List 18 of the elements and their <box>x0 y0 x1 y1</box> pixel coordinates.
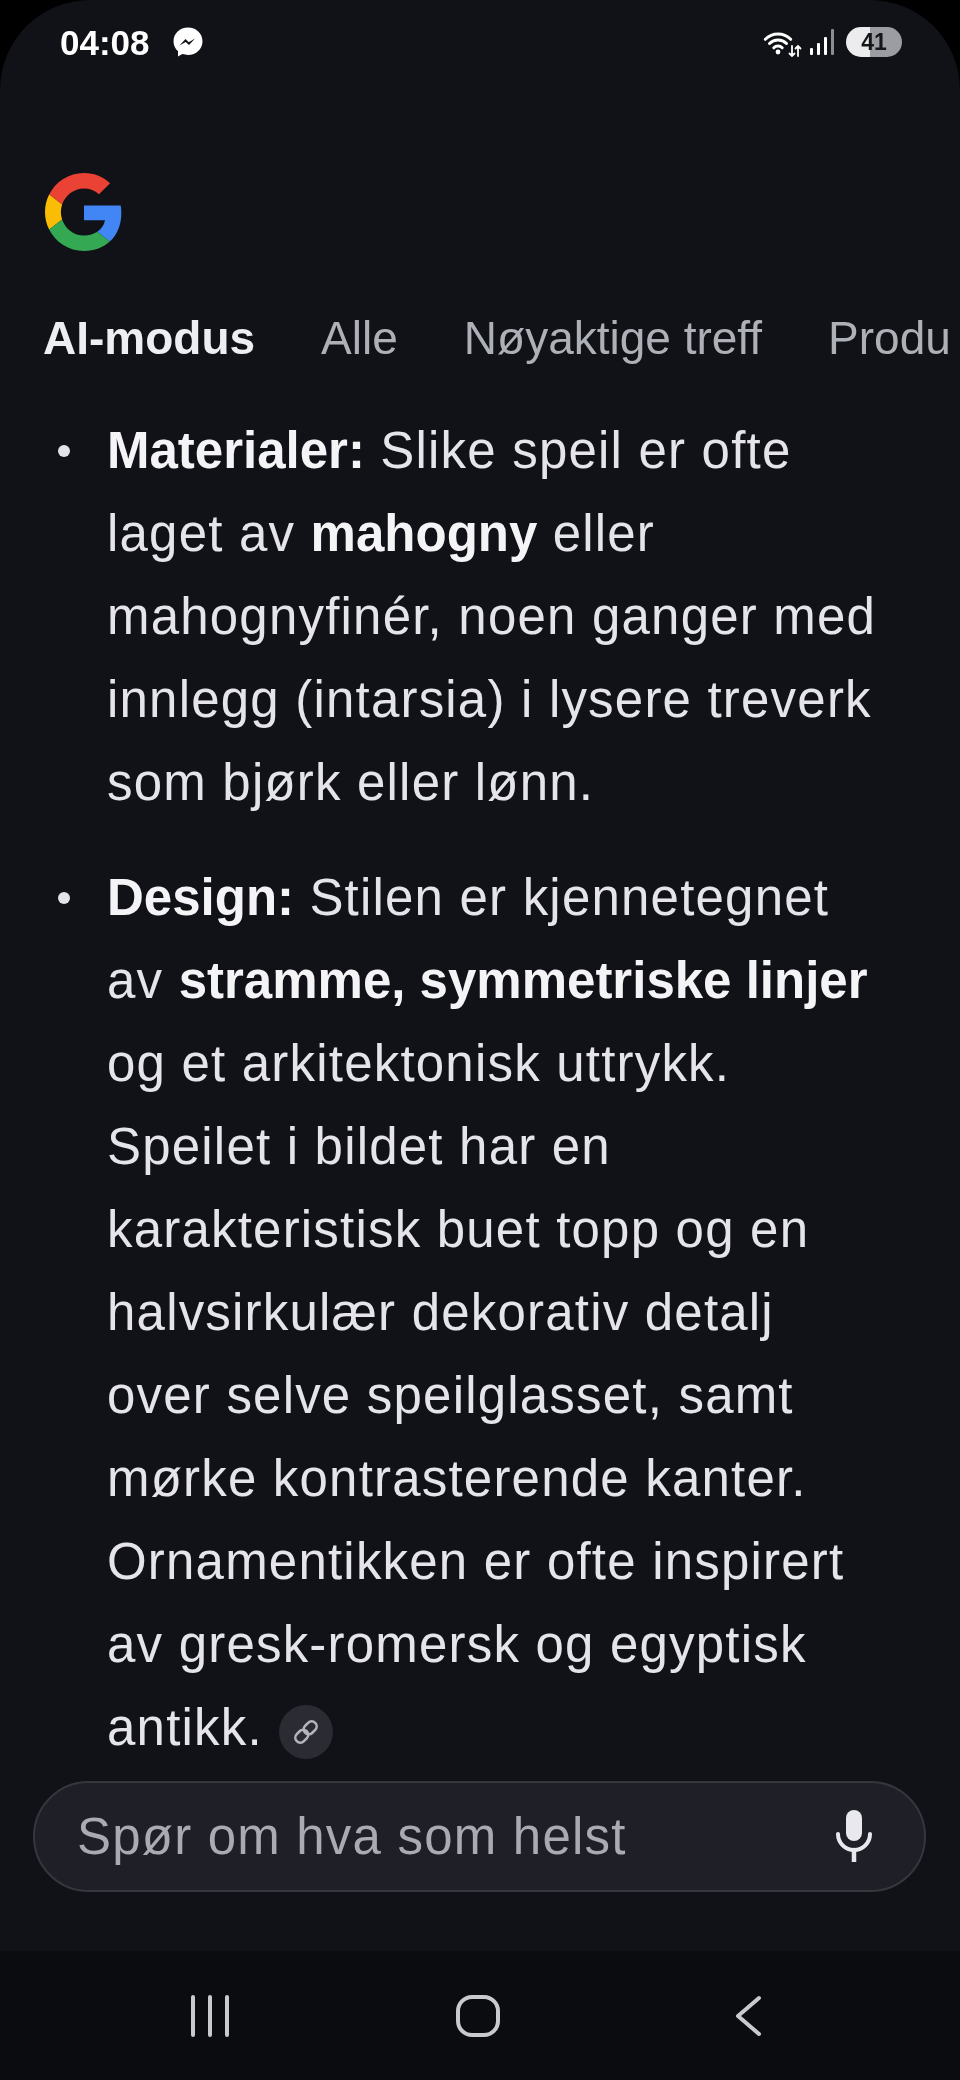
microphone-icon[interactable] <box>834 1810 874 1862</box>
recent-apps-icon[interactable] <box>190 1994 230 2037</box>
chat-bubble-icon <box>171 26 204 58</box>
search-field[interactable]: Spør om hva som helst <box>33 1781 926 1892</box>
link-icon[interactable] <box>278 1704 333 1759</box>
answer-text: Materialer: Slike speil er ofte laget av mahogny eller mahognyfinér, noen ganger med innlegg (intarsia) i lysere treverk som bjørk eller lønn. <box>107 421 878 813</box>
signal-icon <box>810 29 834 55</box>
tab[interactable]: Produ <box>828 308 951 368</box>
tab[interactable]: AI-modus <box>43 308 256 368</box>
tab[interactable]: Alle <box>321 308 398 368</box>
tab[interactable]: Nøyaktige treff <box>463 308 763 368</box>
back-icon[interactable] <box>734 1994 762 2037</box>
bullet-icon <box>58 892 70 904</box>
home-icon[interactable] <box>456 1994 500 2037</box>
status-time: 04:08 <box>60 24 150 60</box>
answer-text: Design: Stilen er kjennetegnet av stramme, symmetriske linjer og et arkitektonisk uttrykk. Speilet i bildet har en karakteristisk buet topp og en halvsirkulær dekorativ detalj over selve speilglasset, samt mørke kontrasterende kanter. Ornamentikken er ofte inspirert av gresk-romersk og egyptisk antikk. <box>107 856 882 1769</box>
bullet-icon <box>58 445 70 457</box>
g-logo-icon[interactable] <box>45 173 123 251</box>
